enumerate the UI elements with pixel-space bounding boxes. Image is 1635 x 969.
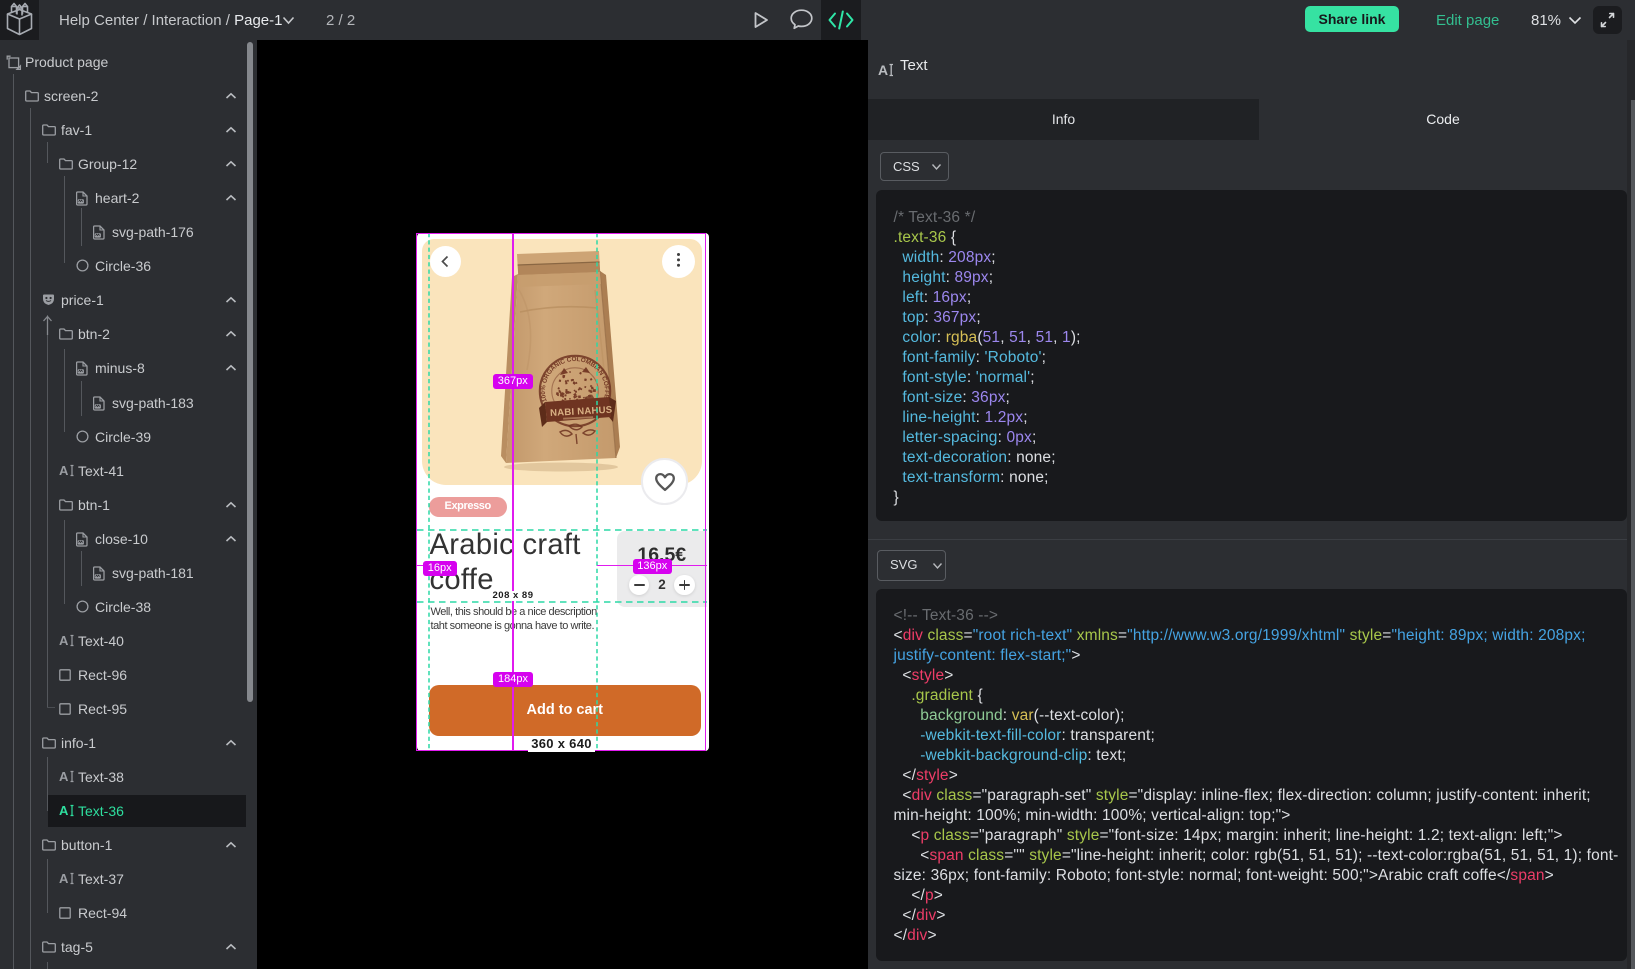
- svg-text:A: A: [59, 872, 69, 885]
- svg-text:A: A: [59, 804, 69, 817]
- svg-text:A: A: [59, 770, 69, 783]
- svg-text:A: A: [59, 464, 69, 477]
- svg-text:A: A: [59, 634, 69, 647]
- svg-text:A: A: [878, 63, 888, 77]
